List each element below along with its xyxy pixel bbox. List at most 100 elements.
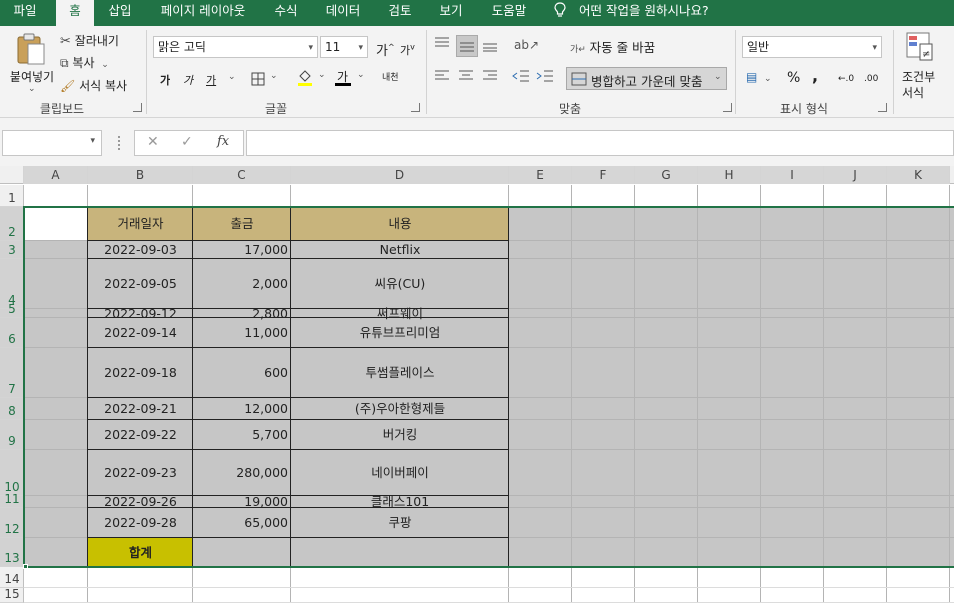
clipboard-icon bbox=[17, 33, 45, 65]
name-box[interactable]: ▾ bbox=[2, 130, 102, 156]
row-header-8[interactable]: 8 bbox=[0, 398, 24, 420]
increase-indent-button[interactable] bbox=[536, 69, 556, 85]
column-header-a[interactable]: A bbox=[24, 166, 88, 184]
decrease-decimal-icon: .00 bbox=[864, 74, 879, 84]
number-format-select[interactable]: 일반 ▾ bbox=[742, 36, 882, 58]
align-left-button[interactable] bbox=[434, 70, 452, 86]
copy-button[interactable]: ⧉ 복사 ⌄ bbox=[60, 54, 109, 71]
tab-review[interactable]: 검토 bbox=[378, 0, 422, 26]
column-header-e[interactable]: E bbox=[509, 166, 572, 184]
decrease-indent-icon bbox=[512, 70, 529, 82]
row-header-9[interactable]: 9 bbox=[0, 420, 24, 450]
row-header-10[interactable]: 10 bbox=[0, 450, 24, 496]
comma-button[interactable]: , bbox=[812, 66, 818, 85]
clipboard-launcher-icon[interactable] bbox=[133, 103, 142, 112]
row-number: 5 bbox=[8, 302, 16, 316]
merge-center-button[interactable]: 병합하고 가운데 맞춤 ⌄ bbox=[566, 67, 727, 90]
align-top-icon bbox=[435, 37, 449, 47]
tab-help[interactable]: 도움말 bbox=[482, 0, 536, 26]
font-size-select[interactable]: 11 ▾ bbox=[320, 36, 368, 58]
tab-data[interactable]: 데이터 bbox=[318, 0, 368, 26]
column-header-f[interactable]: F bbox=[572, 166, 635, 184]
align-top-button[interactable] bbox=[434, 36, 454, 56]
tab-view[interactable]: 보기 bbox=[430, 0, 472, 26]
chevron-down-icon: ▾ bbox=[872, 43, 877, 53]
accounting-format-button[interactable]: ▤ ⌄ bbox=[746, 70, 776, 88]
tab-file[interactable]: 파일 bbox=[4, 0, 46, 26]
grow-font-button[interactable]: 가^ bbox=[376, 40, 395, 59]
row-header-1[interactable]: 1 bbox=[0, 185, 24, 207]
tab-page-layout[interactable]: 페이지 레이아웃 bbox=[150, 0, 256, 26]
row-header-2[interactable]: 2 bbox=[0, 207, 24, 241]
underline-dropdown-icon[interactable]: ⌄ bbox=[228, 72, 236, 82]
column-header-k[interactable]: K bbox=[887, 166, 950, 184]
phonetic-button[interactable]: 내천 bbox=[382, 70, 399, 83]
increase-decimal-icon: ←.0 bbox=[838, 74, 855, 84]
align-right-button[interactable] bbox=[482, 70, 500, 86]
paste-button[interactable]: 붙여넣기 ⌄ bbox=[6, 30, 58, 94]
tab-formulas[interactable]: 수식 bbox=[264, 0, 308, 26]
column-header-b[interactable]: B bbox=[88, 166, 193, 184]
shrink-font-button[interactable]: 가v bbox=[400, 42, 415, 58]
row-header-14[interactable]: 14 bbox=[0, 567, 24, 588]
row-number: 12 bbox=[4, 522, 20, 536]
orientation-button[interactable]: ab↗ bbox=[514, 38, 544, 56]
column-header-h[interactable]: H bbox=[698, 166, 761, 184]
column-header-i[interactable]: I bbox=[761, 166, 824, 184]
worksheet-grid[interactable]: 1 2 3 4 5 6 7 8 9 10 11 12 13 14 15 거래일자 출금 내용 2022-09-03 1… bbox=[0, 185, 954, 603]
italic-button[interactable]: 가 bbox=[183, 72, 193, 88]
align-bottom-button[interactable] bbox=[482, 36, 502, 56]
enter-formula-button[interactable]: ✓ bbox=[181, 134, 193, 150]
bold-button[interactable]: 가 bbox=[160, 72, 170, 88]
tell-me-box[interactable]: 어떤 작업을 원하시나요? bbox=[553, 0, 709, 26]
number-launcher-icon[interactable] bbox=[878, 103, 887, 112]
increase-decimal-button[interactable]: ←.0 bbox=[838, 70, 854, 84]
align-center-button[interactable] bbox=[458, 70, 476, 86]
borders-button[interactable]: ⌄ bbox=[251, 70, 279, 88]
wrap-text-label: 자동 줄 바꿈 bbox=[589, 40, 656, 55]
align-middle-button[interactable] bbox=[456, 35, 478, 57]
copy-dropdown-icon[interactable]: ⌄ bbox=[98, 60, 109, 70]
cancel-formula-button[interactable]: ✕ bbox=[147, 134, 159, 150]
row-header-15[interactable]: 15 bbox=[0, 587, 24, 603]
row-header-5[interactable]: 5 bbox=[0, 302, 24, 318]
column-header-j[interactable]: J bbox=[824, 166, 887, 184]
row-number: 15 bbox=[4, 587, 20, 601]
cut-button[interactable]: ✂ 잘라내기 bbox=[60, 32, 119, 49]
column-header-d[interactable]: D bbox=[291, 166, 509, 184]
percent-button[interactable]: % bbox=[787, 70, 800, 86]
row-header-7[interactable]: 7 bbox=[0, 348, 24, 398]
underline-button[interactable]: 가 bbox=[206, 72, 216, 88]
fill-color-button[interactable]: ⌄ bbox=[297, 68, 327, 90]
tab-home[interactable]: 홈 bbox=[56, 0, 94, 28]
format-painter-button[interactable]: 🖌 서식 복사 bbox=[60, 77, 127, 94]
formula-input[interactable] bbox=[246, 130, 954, 156]
insert-function-button[interactable]: fx bbox=[217, 134, 229, 149]
row-header-6[interactable]: 6 bbox=[0, 318, 24, 348]
vertical-dots-icon bbox=[118, 136, 120, 150]
font-color-button[interactable]: 가 ⌄ bbox=[335, 68, 365, 90]
column-header-c[interactable]: C bbox=[193, 166, 291, 184]
font-launcher-icon[interactable] bbox=[411, 103, 420, 112]
decrease-indent-button[interactable] bbox=[512, 69, 532, 85]
row-number: 8 bbox=[8, 404, 16, 418]
wrap-text-button[interactable]: 가↵ 자동 줄 바꿈 bbox=[570, 37, 655, 56]
column-header-g[interactable]: G bbox=[635, 166, 698, 184]
row-header-12[interactable]: 12 bbox=[0, 508, 24, 538]
align-center-icon bbox=[459, 70, 473, 80]
paint-bucket-icon bbox=[298, 70, 312, 86]
row-header-11[interactable]: 11 bbox=[0, 492, 24, 508]
select-all-corner[interactable] bbox=[0, 166, 24, 184]
font-name-select[interactable]: 맑은 고딕 ▾ bbox=[153, 36, 318, 58]
paste-dropdown-icon[interactable]: ⌄ bbox=[28, 84, 36, 94]
tab-insert[interactable]: 삽입 bbox=[100, 0, 140, 26]
conditional-label-1: 조건부 bbox=[902, 70, 936, 84]
row-header-13[interactable]: 13 bbox=[0, 538, 24, 567]
decrease-decimal-button[interactable]: .00 bbox=[864, 70, 878, 84]
copy-icon: ⧉ bbox=[60, 56, 69, 70]
row-header-3[interactable]: 3 bbox=[0, 241, 24, 259]
conditional-format-button[interactable]: ≠ 조건부 서식 bbox=[898, 30, 954, 100]
fill-handle[interactable] bbox=[23, 564, 28, 569]
alignment-launcher-icon[interactable] bbox=[723, 103, 732, 112]
row-number: 6 bbox=[8, 332, 16, 346]
